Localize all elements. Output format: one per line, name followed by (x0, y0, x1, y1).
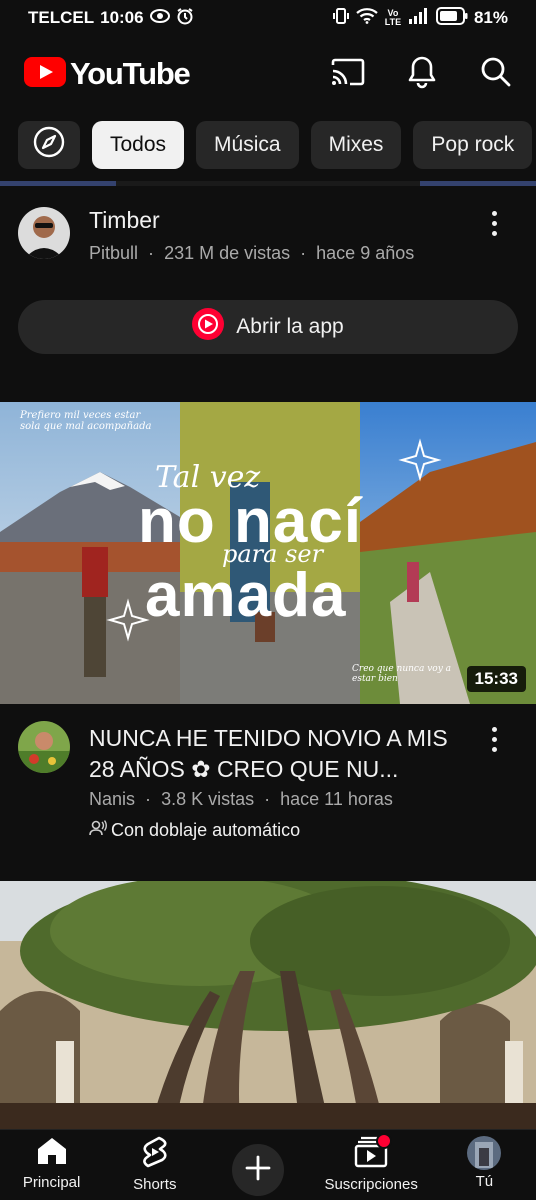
video-thumbnail[interactable] (0, 881, 536, 1129)
dubbing-label: Con doblaje automático (111, 820, 301, 840)
wifi-icon (356, 7, 378, 29)
explore-chip[interactable] (18, 121, 80, 169)
plus-icon (245, 1155, 271, 1186)
youtube-music-icon (192, 308, 225, 346)
chip-mixes[interactable]: Mixes (310, 121, 402, 169)
thumbnail-note-left: Prefiero mil veces estar sola que mal ac… (20, 410, 152, 432)
volte-label: Vo LTE (384, 8, 402, 27)
notification-dot (376, 1133, 393, 1149)
video-meta: Pitbull · 231 M de vistas · hace 9 años (89, 243, 415, 263)
subscriptions-icon (354, 1133, 393, 1173)
chip-pop-rock[interactable]: Pop rock (413, 121, 533, 169)
view-count: 3.8 K vistas (161, 789, 255, 809)
alarm-icon (176, 7, 194, 30)
upload-age: hace 11 horas (280, 789, 393, 809)
thumbnail-image (0, 881, 536, 1129)
top-app-bar: YouTube (0, 36, 536, 112)
compass-icon (32, 125, 66, 165)
more-options-icon[interactable] (482, 719, 506, 759)
channel-name[interactable]: Nanis (89, 789, 135, 809)
create-button[interactable] (231, 1144, 284, 1196)
search-icon (480, 56, 512, 93)
video-title[interactable]: NUNCA HE TENIDO NOVIO A MIS 28 AÑOS ✿ CR… (89, 723, 469, 785)
nav-create[interactable] (208, 1130, 308, 1196)
carrier-label: TELCEL (28, 8, 95, 27)
chip-todos[interactable]: Todos (92, 121, 185, 169)
nav-shorts[interactable]: Shorts (105, 1130, 205, 1193)
clock: 10:06 (100, 8, 144, 27)
search-button[interactable] (476, 54, 516, 94)
nav-subscriptions[interactable]: Suscripciones (311, 1130, 431, 1193)
youtube-play-icon (24, 56, 66, 92)
channel-avatar-nanis[interactable] (18, 721, 70, 773)
nav-home-label: Principal (22, 1174, 81, 1191)
nav-subscriptions-label: Suscripciones (324, 1176, 418, 1193)
category-chips: Todos Música Mixes Pop rock (0, 121, 536, 171)
nav-you[interactable]: Tú (434, 1130, 534, 1190)
video-title[interactable]: Timber (89, 207, 160, 234)
cast-icon (330, 57, 366, 92)
vibrate-icon (332, 7, 350, 30)
upload-age: hace 9 años (316, 243, 415, 263)
status-bar: TELCEL 10:06 Vo LTE 81% (0, 0, 536, 36)
thumbnail-text-big2: amada (145, 561, 347, 630)
open-app-button[interactable]: Abrir la app (18, 300, 518, 354)
battery-level: 81% (473, 8, 508, 27)
bell-icon (407, 55, 437, 94)
eye-icon (149, 8, 170, 28)
chip-musica[interactable]: Música (196, 121, 299, 169)
battery-icon (435, 6, 468, 30)
nav-shorts-label: Shorts (133, 1176, 177, 1193)
home-icon (35, 1136, 69, 1171)
cast-button[interactable] (328, 54, 368, 94)
view-count: 231 M de vistas (164, 243, 291, 263)
open-app-label: Abrir la app (236, 315, 344, 338)
video-duration: 15:33 (466, 666, 526, 692)
youtube-wordmark: YouTube (70, 56, 191, 91)
profile-avatar (467, 1136, 502, 1170)
nav-you-label: Tú (475, 1173, 494, 1190)
notifications-button[interactable] (402, 54, 442, 94)
thumbnail-note-right: Creo que nunca voy a estar bien (352, 664, 452, 684)
youtube-logo[interactable]: YouTube (24, 56, 191, 92)
video-thumbnail[interactable]: Prefiero mil veces estar sola que mal ac… (0, 402, 536, 704)
dubbing-badge: Con doblaje automático (89, 820, 300, 841)
chip-scroll-indicator (0, 181, 536, 186)
nav-home[interactable]: Principal (2, 1130, 102, 1191)
bottom-navigation: Principal Shorts Suscripciones Tú (0, 1129, 536, 1200)
shorts-icon (140, 1136, 170, 1173)
channel-name[interactable]: Pitbull (89, 243, 138, 263)
video-meta: Nanis · 3.8 K vistas · hace 11 horas (89, 789, 393, 809)
signal-icon (408, 7, 430, 29)
channel-avatar-pitbull[interactable] (18, 207, 70, 259)
voice-dub-icon (89, 820, 107, 841)
more-options-icon[interactable] (482, 203, 506, 243)
